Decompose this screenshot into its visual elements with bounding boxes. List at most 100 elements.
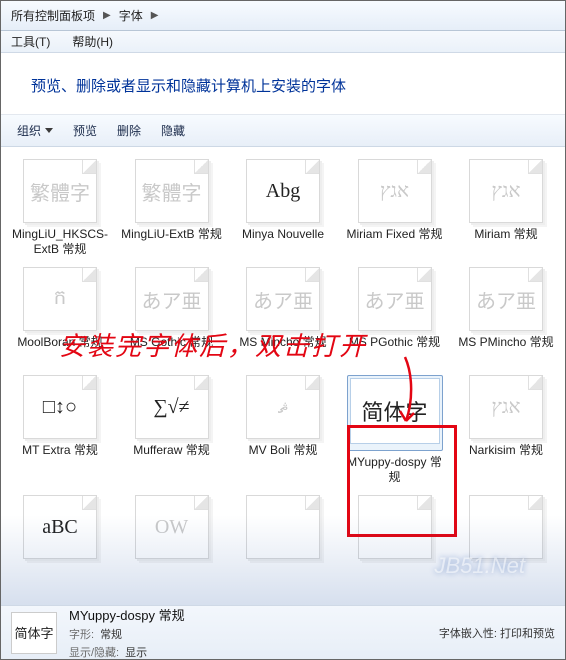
- chevron-down-icon: [45, 128, 53, 133]
- page-fold-icon: [417, 496, 431, 510]
- page-fold-icon: [305, 160, 319, 174]
- font-sample: aBC: [42, 516, 78, 539]
- font-sample: OW: [155, 516, 188, 539]
- font-sample: Abg: [266, 180, 300, 203]
- details-show-val: 显示: [125, 644, 147, 660]
- font-label: Mufferaw 常规: [119, 443, 225, 473]
- font-label: MV Boli 常规: [230, 443, 336, 473]
- organize-button[interactable]: 组织: [9, 118, 61, 143]
- font-sample: אגץ: [491, 180, 520, 203]
- font-item[interactable]: 繁體字 MingLiU_HKSCS-ExtB 常规: [5, 157, 115, 259]
- font-item[interactable]: אגץ Miriam 常规: [451, 157, 561, 259]
- page-fold-icon: [194, 268, 208, 282]
- font-label: Narkisim 常规: [453, 443, 559, 473]
- font-label: MS PMincho 常规: [453, 335, 559, 365]
- font-item[interactable]: 简体字 MYuppy-dospy 常规: [340, 373, 450, 487]
- menu-tools[interactable]: 工具(T): [7, 31, 54, 52]
- preview-button[interactable]: 预览: [65, 118, 105, 143]
- toolbar: 组织 预览 删除 隐藏: [1, 115, 565, 147]
- font-label: Minya Nouvelle: [230, 227, 336, 257]
- font-label: MoolBoran 常规: [7, 335, 113, 365]
- font-item[interactable]: 繁體字 MingLiU-ExtB 常规: [117, 157, 227, 259]
- details-title: MYuppy-dospy 常规: [69, 605, 185, 624]
- page-fold-icon: [82, 160, 96, 174]
- font-thumb: あア亜: [135, 267, 209, 331]
- font-thumb: 简体字: [350, 378, 440, 444]
- font-item[interactable]: あア亜 MS Mincho 常规: [228, 265, 338, 367]
- font-thumb: [358, 495, 432, 559]
- font-thumb: אגץ: [469, 375, 543, 439]
- font-sample: אגץ: [380, 180, 409, 203]
- font-thumb: ក: [23, 267, 97, 331]
- hide-label: 隐藏: [161, 122, 185, 139]
- page-fold-icon: [417, 160, 431, 174]
- font-label: [453, 563, 559, 593]
- font-thumb: あア亜: [358, 267, 432, 331]
- font-label: MS Mincho 常规: [230, 335, 336, 365]
- font-item[interactable]: [228, 493, 338, 595]
- details-style-val: 常规: [100, 626, 122, 642]
- font-thumb: [246, 495, 320, 559]
- menu-bar: 工具(T) 帮助(H): [1, 31, 565, 53]
- font-item[interactable]: [451, 493, 561, 595]
- font-sample: ក: [54, 284, 67, 314]
- font-item[interactable]: [340, 493, 450, 595]
- font-label: MingLiU_HKSCS-ExtB 常规: [7, 227, 113, 257]
- page-fold-icon: [528, 496, 542, 510]
- font-label: MT Extra 常规: [7, 443, 113, 473]
- font-sample: あア亜: [365, 285, 425, 314]
- page-fold-icon: [305, 376, 319, 390]
- page-fold-icon: [305, 268, 319, 282]
- font-label: MYuppy-dospy 常规: [342, 455, 448, 485]
- breadcrumb-item[interactable]: 字体: [115, 5, 147, 26]
- font-thumb: あア亜: [469, 267, 543, 331]
- chevron-right-icon: ▶: [103, 10, 111, 21]
- font-label: Miriam 常规: [453, 227, 559, 257]
- font-item[interactable]: ក MoolBoran 常规: [5, 265, 115, 367]
- page-fold-icon: [528, 376, 542, 390]
- page-fold-icon: [82, 376, 96, 390]
- font-item[interactable]: aBC: [5, 493, 115, 595]
- details-embed-val: 打印和预览: [500, 628, 555, 640]
- font-label: [119, 563, 225, 593]
- font-thumb: אגץ: [469, 159, 543, 223]
- font-thumb: 繁體字: [135, 159, 209, 223]
- font-sample: ∑√≠: [153, 396, 189, 419]
- font-item[interactable]: Abg Minya Nouvelle: [228, 157, 338, 259]
- details-right: 字体嵌入性: 打印和预览: [439, 625, 555, 641]
- font-thumb: ∑√≠: [135, 375, 209, 439]
- font-thumb: Abg: [246, 159, 320, 223]
- hide-button[interactable]: 隐藏: [153, 118, 193, 143]
- font-label: [342, 563, 448, 593]
- font-item[interactable]: ޘMV Boli 常规: [228, 373, 338, 487]
- font-item[interactable]: אגץ Narkisim 常规: [451, 373, 561, 487]
- font-thumb: OW: [135, 495, 209, 559]
- font-item[interactable]: □↕○ MT Extra 常规: [5, 373, 115, 487]
- chevron-right-icon: ▶: [151, 10, 159, 21]
- page-fold-icon: [82, 496, 96, 510]
- font-item[interactable]: ∑√≠ Mufferaw 常规: [117, 373, 227, 487]
- font-label: MingLiU-ExtB 常规: [119, 227, 225, 257]
- details-thumb-sample: 简体字: [14, 623, 53, 642]
- page-fold-icon: [528, 160, 542, 174]
- font-thumb: aBC: [23, 495, 97, 559]
- delete-button[interactable]: 删除: [109, 118, 149, 143]
- font-item[interactable]: あア亜 MS PMincho 常规: [451, 265, 561, 367]
- font-thumb: あア亜: [246, 267, 320, 331]
- font-sample: あア亜: [253, 285, 313, 314]
- font-item[interactable]: あア亜MS PGothic 常规: [340, 265, 450, 367]
- font-item-selected[interactable]: 简体字: [347, 375, 443, 451]
- font-item[interactable]: あア亜MS Gothic 常规: [117, 265, 227, 367]
- breadcrumb-item[interactable]: 所有控制面板项: [7, 5, 99, 26]
- font-thumb: [469, 495, 543, 559]
- menu-help[interactable]: 帮助(H): [68, 31, 117, 52]
- font-item[interactable]: אגץMiriam Fixed 常规: [340, 157, 450, 259]
- page-fold-icon: [528, 268, 542, 282]
- font-thumb: □↕○: [23, 375, 97, 439]
- details-thumb: 简体字: [11, 612, 57, 654]
- page-fold-icon: [194, 376, 208, 390]
- details-pane: 简体字 MYuppy-dospy 常规 字形: 常规 显示/隐藏: 显示 字体嵌…: [1, 605, 565, 659]
- font-sample: あア亜: [142, 285, 202, 314]
- font-item[interactable]: OW: [117, 493, 227, 595]
- font-sample: 繁體字: [30, 177, 90, 206]
